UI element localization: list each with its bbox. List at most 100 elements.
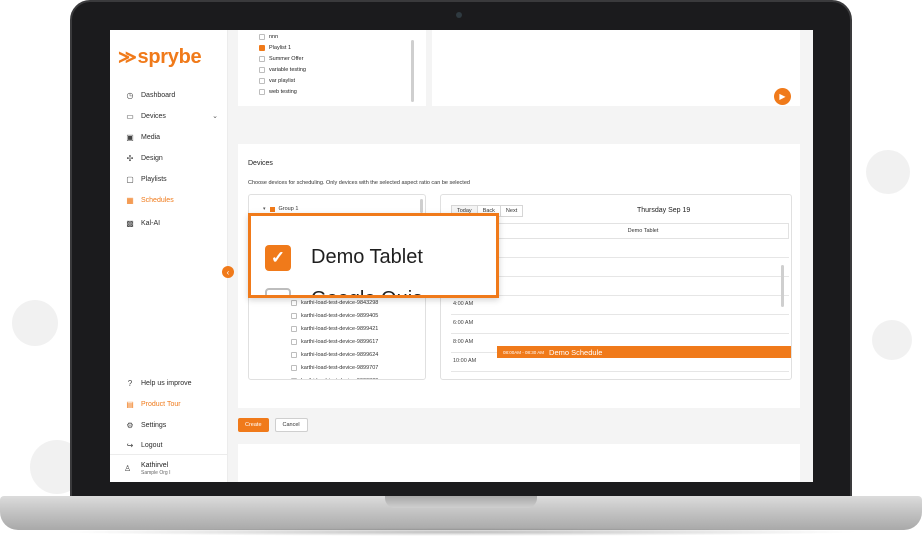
tour-icon: ▤: [126, 399, 134, 409]
checkbox[interactable]: [259, 34, 265, 40]
playlist-item[interactable]: variable testing: [259, 67, 306, 73]
calendar-row[interactable]: [497, 239, 789, 258]
sidebar-item-design[interactable]: ✣ Design: [110, 149, 228, 167]
play-icon[interactable]: ▶: [774, 88, 791, 105]
sidebar-item-label: Logout: [141, 441, 163, 449]
devices-icon: ▭: [126, 111, 134, 121]
calendar-column-header: Demo Tablet: [497, 223, 789, 239]
playlist-item[interactable]: Summer Offer: [259, 56, 303, 62]
zoom-device-label: Demo Tablet: [311, 246, 423, 268]
collapse-sidebar-button[interactable]: ‹: [222, 266, 234, 278]
logout-icon: ↪: [126, 440, 134, 450]
time-label: 4:00 AM: [453, 301, 474, 307]
calendar-icon: ▦: [126, 195, 134, 205]
help-icon: ?: [127, 378, 133, 388]
sidebar-item-label: Kal-AI: [141, 219, 161, 227]
time-label: 8:00 AM: [453, 339, 474, 345]
checkbox[interactable]: [291, 352, 297, 358]
checkbox[interactable]: [291, 313, 297, 319]
sidebar-item-logout[interactable]: ↪ Logout: [110, 436, 228, 454]
playlist-item[interactable]: Playlist 1: [259, 45, 291, 51]
schedule-event[interactable]: 08:00AM - 08:30 AM Demo Schedule: [497, 346, 791, 358]
time-label: 10:00 AM: [453, 358, 477, 364]
clock-icon: ◷: [126, 90, 134, 100]
media-icon: ▣: [126, 132, 134, 142]
checkmark-icon[interactable]: ✓: [265, 245, 291, 271]
preview-panel: ▶: [432, 30, 800, 106]
checkbox[interactable]: [291, 326, 297, 332]
playlist-item[interactable]: nnn: [259, 34, 278, 40]
group-checkbox[interactable]: [269, 206, 275, 212]
sidebar-item-label: Product Tour: [141, 400, 181, 408]
background-dot: [872, 320, 912, 360]
calendar-row[interactable]: 4:00 AM: [451, 296, 789, 315]
checkbox[interactable]: [265, 288, 291, 295]
sidebar-item-product-tour[interactable]: ▤ Product Tour: [110, 395, 228, 413]
calendar-row[interactable]: [451, 277, 789, 296]
sidebar-item-label: Design: [141, 154, 163, 162]
user-profile[interactable]: ♙ Kathirvel Sample Org I: [110, 454, 228, 482]
playlist-item[interactable]: var playlist: [259, 78, 295, 84]
laptop-shadow: [60, 528, 862, 536]
form-actions: Create Cancel: [238, 418, 308, 432]
calendar-date: Thursday Sep 19: [637, 207, 691, 214]
checkbox[interactable]: [259, 89, 265, 95]
sidebar-item-kal-ai[interactable]: ▩ Kal-AI: [110, 214, 228, 232]
device-row[interactable]: karthi-load-test-device-9899421: [291, 326, 378, 332]
checkbox[interactable]: [291, 378, 297, 379]
sidebar-item-dashboard[interactable]: ◷ Dashboard: [110, 86, 228, 104]
playlist-scrollbar[interactable]: [411, 40, 414, 102]
logo-icon: ≫: [118, 47, 137, 67]
sidebar-item-label: Media: [141, 133, 161, 141]
background-dot: [12, 300, 58, 346]
device-row[interactable]: karthi-load-test-device-9899405: [291, 313, 378, 319]
create-button[interactable]: Create: [238, 418, 269, 432]
sidebar-item-help[interactable]: ? Help us improve: [110, 374, 228, 392]
device-row[interactable]: karthi-load-test-device-9899707: [291, 365, 378, 371]
sidebar-item-playlists[interactable]: ▢ Playlists: [110, 170, 228, 188]
checkbox[interactable]: [259, 56, 265, 62]
sidebar-item-label: Help us improve: [141, 379, 192, 387]
playlist-icon: ▢: [126, 174, 134, 184]
logo[interactable]: ≫sprybe: [118, 46, 202, 69]
playlist-item[interactable]: web testing: [259, 89, 297, 95]
sidebar-item-devices[interactable]: ▭ Devices ⌄: [110, 107, 228, 125]
device-row[interactable]: karthi-load-test-device-9843298: [291, 300, 378, 306]
device-tree-scrollbar[interactable]: [420, 199, 423, 213]
device-group[interactable]: ▾ Group 1: [263, 206, 298, 212]
devices-title: Devices: [248, 160, 273, 167]
device-row[interactable]: karthi-load-test-device-9899617: [291, 339, 378, 345]
sidebar-item-label: Dashboard: [141, 91, 176, 99]
bottom-panel: [238, 444, 800, 482]
calendar-row[interactable]: 6:00 AM: [451, 315, 789, 334]
checkbox[interactable]: [291, 339, 297, 345]
event-time: 08:00AM - 08:30 AM: [503, 349, 545, 355]
gear-icon: ⚙: [126, 420, 134, 430]
calendar-scrollbar[interactable]: [781, 265, 784, 307]
checkbox[interactable]: [259, 78, 265, 84]
ai-icon: ▩: [126, 218, 134, 228]
calendar-row[interactable]: [451, 258, 789, 277]
sidebar-item-label: Schedules: [141, 196, 174, 204]
next-button[interactable]: Next: [499, 205, 524, 217]
user-name: Kathirvel: [141, 462, 169, 469]
device-row[interactable]: karthi-load-test-device-9899624: [291, 352, 378, 358]
checkbox[interactable]: [291, 300, 297, 306]
checkbox[interactable]: [291, 365, 297, 371]
checkbox-checked[interactable]: [259, 45, 265, 51]
devices-description: Choose devices for scheduling. Only devi…: [248, 180, 470, 186]
zoom-callout: ✓ Demo Tablet Google Ouja...: [248, 213, 499, 298]
sidebar-item-schedules[interactable]: ▦ Schedules: [110, 191, 228, 209]
device-row[interactable]: karthi-load-test-device-9909309: [291, 378, 378, 379]
playlist-panel: nnn Playlist 1 Summer Offer variable tes…: [238, 30, 426, 106]
sidebar-item-media[interactable]: ▣ Media: [110, 128, 228, 146]
zoom-next-device-label: Google Ouja...: [311, 288, 440, 295]
camera: [456, 12, 462, 18]
sidebar: ≫sprybe ◷ Dashboard ▭ Devices ⌄ ▣ Media …: [110, 30, 228, 482]
cancel-button[interactable]: Cancel: [274, 418, 308, 432]
event-title: Demo Schedule: [549, 347, 603, 357]
user-org: Sample Org I: [141, 470, 171, 476]
time-label: 6:00 AM: [453, 320, 474, 326]
sidebar-item-settings[interactable]: ⚙ Settings: [110, 416, 228, 434]
checkbox[interactable]: [259, 67, 265, 73]
